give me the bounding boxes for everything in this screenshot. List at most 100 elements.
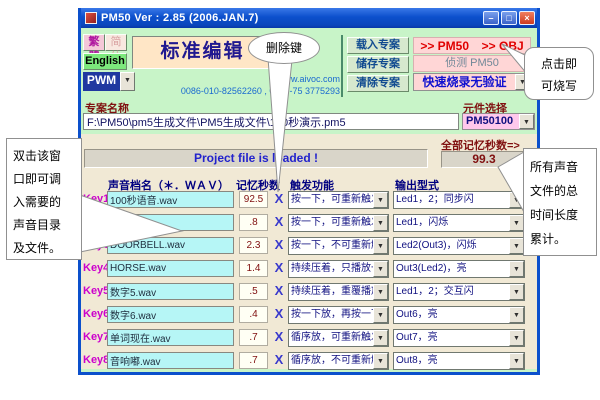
trigger-select[interactable]: 按一下，可重新触发▼	[288, 214, 389, 232]
output-value: Led1，2；交互闪	[394, 284, 509, 300]
detect-pm50-button[interactable]: 侦测 PM50	[413, 55, 531, 72]
load-project-button[interactable]: 载入专案	[347, 37, 409, 54]
trigger-value: 按一下放，再按一下停	[289, 307, 373, 323]
seconds-value: .7	[239, 329, 268, 346]
delete-button[interactable]: X	[272, 283, 286, 298]
callout-double-click-note: 双击该窗 口即可调 入需要的 声音目录 及文件。	[6, 138, 82, 260]
trigger-select[interactable]: 按一下，不可重新触发▼	[288, 237, 389, 255]
trigger-select[interactable]: 持续压着，只播放一次▼	[288, 260, 389, 278]
chevron-down-icon[interactable]: ▼	[509, 284, 524, 300]
chevron-down-icon[interactable]: ▼	[373, 261, 388, 277]
chevron-down-icon[interactable]: ▼	[373, 330, 388, 346]
to-pm50-button[interactable]: >> PM50	[420, 39, 469, 53]
clear-project-button[interactable]: 清除专案	[347, 75, 409, 92]
filename-input[interactable]	[107, 237, 234, 254]
filename-input[interactable]	[107, 283, 234, 300]
output-select[interactable]: Out6，亮▼	[393, 306, 525, 324]
title-bar[interactable]: PM50 Ver : 2.85 (2006.JAN.7) – □ ×	[81, 8, 537, 28]
trigger-value: 循序放，不可重新触发	[289, 353, 373, 369]
compile-buttons: >> PM50 >> OBJ	[413, 37, 531, 54]
english-button[interactable]: English	[83, 53, 127, 70]
filename-input[interactable]	[107, 352, 234, 369]
close-button[interactable]: ×	[519, 11, 535, 25]
trigger-select[interactable]: 循序放，可重新触发▼	[288, 329, 389, 347]
seconds-value: 1.4	[239, 260, 268, 277]
minimize-button[interactable]: –	[483, 11, 499, 25]
contact-info: www.aivoc.com 0086-010-82562260 , 0086-7…	[132, 73, 344, 99]
burn-mode-select[interactable]: 快速烧录无验证 ▼	[413, 73, 531, 91]
filename-input[interactable]	[107, 306, 234, 323]
chip-value: PM50100	[463, 114, 519, 129]
burn-mode-value: 快速烧录无验证	[414, 74, 515, 90]
window-body: 繁體 简体 English PWM ▼ 标准编辑 ▼ www.aivoc.com…	[81, 28, 537, 369]
chevron-down-icon[interactable]: ▼	[519, 114, 534, 129]
seconds-value: .4	[239, 306, 268, 323]
table-row: Key3 2.3 X 按一下，不可重新触发▼ Led2(Out3)，闪烁▼	[81, 237, 537, 256]
chevron-down-icon[interactable]: ▼	[373, 284, 388, 300]
chevron-down-icon[interactable]: ▼	[509, 238, 524, 254]
filename-input[interactable]	[107, 329, 234, 346]
filename-input[interactable]	[107, 191, 234, 208]
to-obj-button[interactable]: >> OBJ	[482, 39, 524, 53]
chevron-down-icon[interactable]: ▼	[509, 261, 524, 277]
chevron-down-icon[interactable]: ▼	[509, 307, 524, 323]
trigger-value: 持续压着，重覆播放	[289, 284, 373, 300]
output-select[interactable]: Out8，亮▼	[393, 352, 525, 370]
app-icon	[85, 12, 97, 24]
output-value: Out6，亮	[394, 307, 509, 323]
chevron-down-icon[interactable]: ▼	[373, 238, 388, 254]
chevron-down-icon[interactable]: ▼	[373, 353, 388, 369]
seconds-value: 92.5	[239, 191, 268, 208]
pwm-select[interactable]: PWM ▼	[83, 72, 135, 91]
chevron-down-icon[interactable]: ▼	[373, 192, 388, 208]
chevron-down-icon[interactable]: ▼	[509, 192, 524, 208]
chevron-down-icon[interactable]: ▼	[373, 215, 388, 231]
output-value: Out3(Led2)，亮	[394, 261, 509, 277]
trigger-value: 按一下，可重新触发	[289, 215, 373, 231]
maximize-button[interactable]: □	[501, 11, 517, 25]
traditional-chinese-button[interactable]: 繁體	[83, 34, 105, 51]
delete-button[interactable]: X	[272, 214, 286, 229]
toolbar-divider	[341, 35, 343, 97]
output-value: Out8，亮	[394, 353, 509, 369]
table-row: Key8 .7 X 循序放，不可重新触发▼ Out8，亮▼	[81, 352, 537, 371]
delete-button[interactable]: X	[272, 260, 286, 275]
delete-button[interactable]: X	[272, 306, 286, 321]
chevron-down-icon[interactable]: ▼	[509, 330, 524, 346]
delete-button[interactable]: X	[272, 352, 286, 367]
pwm-value: PWM	[83, 72, 120, 91]
delete-button[interactable]: X	[272, 191, 286, 206]
output-select[interactable]: Led2(Out3)，闪烁▼	[393, 237, 525, 255]
output-select[interactable]: Out3(Led2)，亮▼	[393, 260, 525, 278]
trigger-select[interactable]: 持续压着，重覆播放▼	[288, 283, 389, 301]
delete-button[interactable]: X	[272, 329, 286, 344]
trigger-select[interactable]: 按一下放，再按一下停▼	[288, 306, 389, 324]
chevron-down-icon[interactable]: ▼	[373, 307, 388, 323]
chevron-down-icon[interactable]: ▼	[509, 215, 524, 231]
seconds-value: .5	[239, 283, 268, 300]
callout-total-time-note: 所有声音 文件的总 时间长度 累计。	[523, 148, 597, 256]
filename-input[interactable]	[107, 260, 234, 277]
delete-button[interactable]: X	[272, 237, 286, 252]
callout-burn-note: 点击即 可烧写	[524, 47, 594, 100]
output-select[interactable]: Led1，2；交互闪▼	[393, 283, 525, 301]
total-seconds-value: 99.3	[441, 151, 527, 168]
filename-input[interactable]	[107, 214, 234, 231]
table-row: Key7 .7 X 循序放，可重新触发▼ Out7，亮▼	[81, 329, 537, 348]
key-label: Key7	[83, 331, 106, 343]
save-project-button[interactable]: 储存专案	[347, 56, 409, 73]
key-label: Key1	[83, 193, 106, 205]
chevron-down-icon[interactable]: ▼	[509, 353, 524, 369]
trigger-select[interactable]: 循序放，不可重新触发▼	[288, 352, 389, 370]
output-select[interactable]: Led1，2；同步闪▼	[393, 191, 525, 209]
callout-delete-key: 删除键	[248, 32, 320, 64]
output-select[interactable]: Out7，亮▼	[393, 329, 525, 347]
project-path-input[interactable]	[83, 113, 459, 130]
output-select[interactable]: Led1，闪烁▼	[393, 214, 525, 232]
chip-select[interactable]: PM50100 ▼	[462, 113, 535, 130]
trigger-select[interactable]: 按一下，可重新触发▼	[288, 191, 389, 209]
simplified-chinese-button[interactable]: 简体	[105, 34, 127, 51]
trigger-value: 按一下，可重新触发	[289, 192, 373, 208]
output-value: Led1，闪烁	[394, 215, 509, 231]
seconds-value: 2.3	[239, 237, 268, 254]
